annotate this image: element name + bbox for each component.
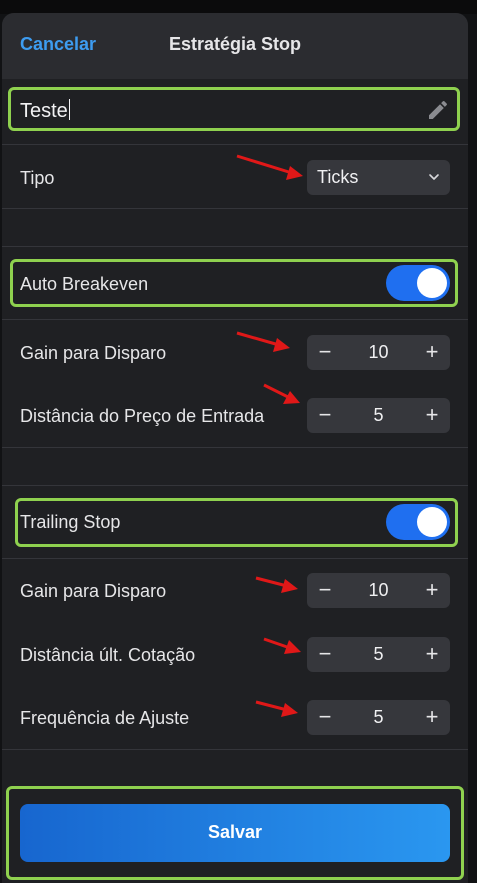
trailing-distance-stepper: − 5 + (307, 637, 450, 672)
tipo-selected-value: Ticks (317, 167, 359, 187)
decrement-button[interactable]: − (315, 339, 335, 365)
stop-strategy-sheet: Cancelar Estratégia Stop Teste Tipo Tick… (2, 13, 468, 883)
trailing-distance-label: Distância últ. Cotação (20, 645, 196, 665)
decrement-button[interactable]: − (315, 402, 335, 428)
increment-button[interactable]: + (422, 577, 442, 603)
auto-breakeven-toggle[interactable] (386, 265, 450, 301)
divider (2, 558, 468, 559)
breakeven-gain-label: Gain para Disparo (20, 343, 167, 363)
tipo-select[interactable]: Ticks (307, 160, 450, 195)
breakeven-gain-value[interactable]: 10 (337, 342, 420, 363)
trailing-gain-stepper: − 10 + (307, 573, 450, 608)
decrement-button[interactable]: − (315, 641, 335, 667)
pencil-icon[interactable] (426, 98, 450, 122)
increment-button[interactable]: + (422, 339, 442, 365)
divider (2, 485, 468, 486)
divider (2, 319, 468, 320)
divider (2, 208, 468, 209)
decrement-button[interactable]: − (315, 577, 335, 603)
increment-button[interactable]: + (422, 641, 442, 667)
trailing-frequency-label: Frequência de Ajuste (20, 708, 190, 728)
trailing-stop-label: Trailing Stop (20, 512, 121, 532)
divider (2, 749, 468, 750)
top-strip (0, 0, 477, 14)
increment-button[interactable]: + (422, 704, 442, 730)
divider (2, 447, 468, 448)
page-title: Estratégia Stop (168, 34, 302, 54)
toggle-knob (417, 507, 447, 537)
trailing-gain-label: Gain para Disparo (20, 581, 167, 601)
save-button-label: Salvar (207, 822, 263, 842)
strategy-name-field[interactable] (8, 87, 460, 131)
toggle-knob (417, 268, 447, 298)
sheet-header: Cancelar Estratégia Stop (2, 13, 468, 79)
save-button[interactable]: Salvar (20, 804, 450, 862)
breakeven-distance-stepper: − 5 + (307, 398, 450, 433)
chevron-down-icon (429, 174, 439, 180)
trailing-stop-toggle[interactable] (386, 504, 450, 540)
breakeven-gain-stepper: − 10 + (307, 335, 450, 370)
divider (2, 144, 468, 145)
trailing-gain-value[interactable]: 10 (337, 580, 420, 601)
tipo-label: Tipo (20, 168, 55, 188)
increment-button[interactable]: + (422, 402, 442, 428)
auto-breakeven-label: Auto Breakeven (20, 274, 149, 294)
trailing-frequency-stepper: − 5 + (307, 700, 450, 735)
divider (2, 246, 468, 247)
strategy-name-value[interactable]: Teste (20, 99, 71, 123)
breakeven-distance-label: Distância do Preço de Entrada (20, 406, 265, 426)
text-caret (68, 99, 71, 120)
breakeven-distance-value[interactable]: 5 (337, 405, 420, 426)
trailing-distance-value[interactable]: 5 (337, 644, 420, 665)
decrement-button[interactable]: − (315, 704, 335, 730)
trailing-frequency-value[interactable]: 5 (337, 707, 420, 728)
